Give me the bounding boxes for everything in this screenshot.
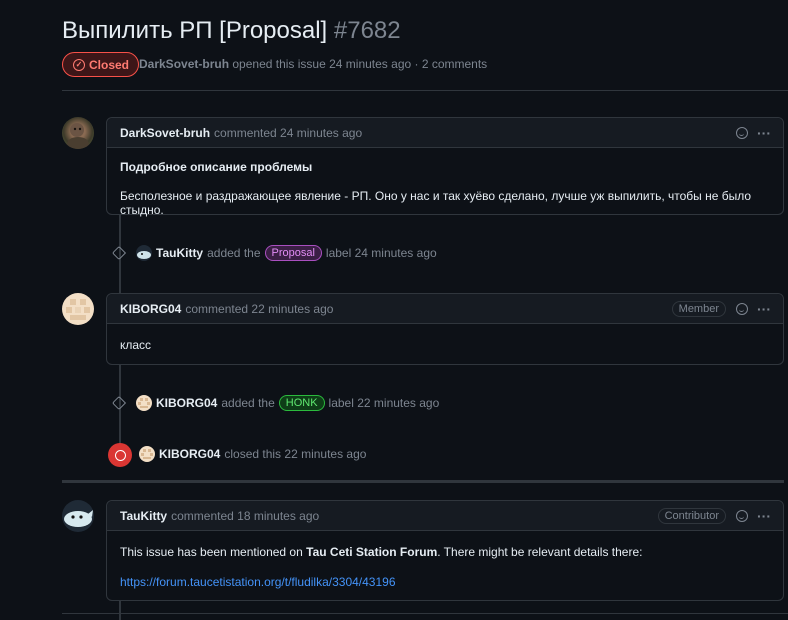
forum-link[interactable]: https://forum.taucetistation.org/t/fludi…: [120, 575, 396, 589]
timeline-break: [62, 480, 784, 483]
avatar[interactable]: [62, 293, 94, 325]
comment-timestamp[interactable]: commented 18 minutes ago: [171, 509, 319, 523]
avatar[interactable]: [62, 117, 94, 149]
comment-text-suffix: . There might be relevant details there:: [437, 545, 643, 559]
issue-number: #7682: [333, 17, 401, 44]
comment-card: TauKitty commented 18 minutes ago Contri…: [106, 500, 784, 601]
comment-text: This issue has been mentioned on Tau Cet…: [120, 545, 770, 559]
event-time: label 22 minutes ago: [328, 396, 440, 410]
role-badge: Member: [671, 300, 726, 317]
more-options-icon[interactable]: ···: [757, 301, 771, 317]
comment-header: KIBORG04 commented 22 minutes ago Member…: [107, 294, 783, 324]
event-actor[interactable]: TauKitty: [156, 246, 203, 260]
comment-header: DarkSovet-bruh commented 24 minutes ago …: [107, 118, 783, 148]
event-text: added the: [221, 396, 275, 410]
label-event: TauKitty added the Proposal label 24 min…: [111, 245, 437, 261]
avatar-image: [66, 299, 90, 320]
comment-author[interactable]: KIBORG04: [120, 302, 181, 316]
event-text: closed this 22 minutes ago: [224, 447, 367, 461]
avatar[interactable]: [62, 500, 94, 532]
comment-body: класс: [107, 324, 783, 364]
comment-text: Бесполезное и раздражающее явление - РП.…: [120, 189, 752, 217]
event-text: added the: [207, 246, 261, 260]
issue-closed-icon: ✓: [73, 58, 85, 71]
more-options-icon[interactable]: ···: [757, 508, 771, 524]
avatar[interactable]: [139, 446, 155, 462]
avatar[interactable]: [136, 395, 152, 411]
tag-icon: [111, 395, 127, 411]
status-badge-label: Closed: [89, 57, 130, 72]
status-badge: ✓ Closed: [62, 52, 140, 77]
avatar[interactable]: [136, 245, 152, 261]
issue-title: Выпилить РП [Proposal] #7682: [62, 16, 401, 46]
comment-heading: Подробное описание проблемы: [120, 160, 313, 174]
issue-closed-icon: [108, 443, 132, 467]
event-actor[interactable]: KIBORG04: [159, 447, 220, 461]
avatar-image: [64, 510, 93, 527]
issue-title-text: Выпилить РП [Proposal]: [62, 17, 328, 44]
header-divider: [62, 90, 788, 91]
comment-header: TauKitty commented 18 minutes ago Contri…: [107, 501, 783, 531]
forum-name: Tau Ceti Station Forum: [306, 545, 438, 559]
comment-timestamp[interactable]: commented 24 minutes ago: [214, 126, 362, 140]
add-reaction-icon[interactable]: [736, 126, 748, 139]
closed-event: KIBORG04 closed this 22 minutes ago: [139, 446, 366, 462]
event-time: label 24 minutes ago: [325, 246, 437, 260]
timeline-line: [119, 601, 121, 620]
label-honk[interactable]: HONK: [278, 395, 325, 411]
role-badge: Contributor: [657, 507, 726, 524]
avatar-image: [137, 251, 151, 259]
comment-text-prefix: This issue has been mentioned on: [120, 545, 307, 559]
label-event: KIBORG04 added the HONK label 22 minutes…: [111, 395, 440, 411]
comment-body: Подробное описание проблемы Бесполезное …: [107, 148, 783, 229]
comment-author[interactable]: TauKitty: [120, 509, 167, 523]
add-reaction-icon[interactable]: [736, 302, 748, 315]
tag-icon: [111, 245, 127, 261]
issue-author-link[interactable]: DarkSovet-bruh: [139, 57, 229, 71]
issue-meta-text: opened this issue 24 minutes ago · 2 com…: [232, 57, 488, 71]
add-reaction-icon[interactable]: [736, 509, 748, 522]
comment-card: DarkSovet-bruh commented 24 minutes ago …: [106, 117, 784, 217]
avatar-image: [141, 449, 153, 459]
label-proposal[interactable]: Proposal: [264, 245, 322, 261]
issue-meta: DarkSovet-bruh opened this issue 24 minu…: [139, 57, 487, 71]
comment-card: KIBORG04 commented 22 minutes ago Member…: [106, 293, 784, 365]
avatar-image: [67, 123, 89, 149]
comment-timestamp[interactable]: commented 22 minutes ago: [185, 302, 333, 316]
comment-text: класс: [120, 338, 152, 352]
event-actor[interactable]: KIBORG04: [156, 396, 217, 410]
avatar-image: [138, 398, 150, 408]
more-options-icon[interactable]: ···: [757, 125, 771, 141]
bottom-divider: [62, 613, 788, 614]
comment-body: This issue has been mentioned on Tau Cet…: [107, 531, 783, 601]
comment-author[interactable]: DarkSovet-bruh: [120, 126, 210, 140]
